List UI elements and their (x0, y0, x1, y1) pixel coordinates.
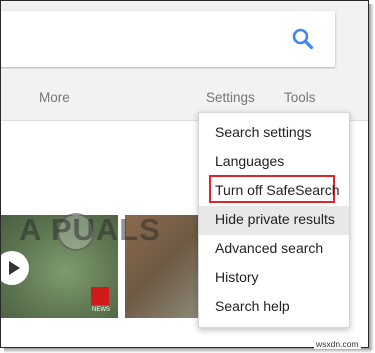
news-badge-label: NEWS (92, 307, 110, 313)
nav-settings[interactable]: Settings (206, 90, 255, 105)
menu-item-label: Advanced search (215, 240, 324, 256)
search-icon (292, 28, 314, 50)
search-button[interactable] (289, 25, 317, 53)
search-header (1, 1, 368, 69)
watermark-text: A PUALS (19, 212, 161, 247)
site-credit: wsxdn.com (314, 339, 361, 349)
menu-item-search-settings[interactable]: Search settings (199, 119, 349, 148)
menu-item-search-help[interactable]: Search help (199, 293, 349, 322)
menu-item-advanced-search[interactable]: Advanced search (199, 235, 349, 264)
nav-more[interactable]: More (39, 90, 70, 105)
menu-item-label: Search help (215, 298, 290, 314)
menu-item-label: Turn off SafeSearch (215, 182, 340, 198)
news-badge: NEWS (91, 287, 110, 313)
search-input[interactable] (1, 11, 335, 67)
frame-shadow-right (369, 4, 374, 350)
screenshot-frame: More Settings Tools NEWS A PUALS Search … (0, 0, 369, 348)
menu-item-turn-off-safesearch[interactable]: Turn off SafeSearch (199, 175, 349, 206)
menu-item-label: Hide private results (215, 211, 335, 227)
menu-item-hide-private-results[interactable]: Hide private results (199, 206, 349, 235)
menu-item-languages[interactable]: Languages (199, 148, 349, 177)
menu-item-label: History (215, 269, 259, 285)
play-icon (9, 261, 20, 275)
menu-item-history[interactable]: History (199, 264, 349, 293)
nav-tools[interactable]: Tools (284, 90, 316, 105)
settings-dropdown: Search settings Languages Turn off SafeS… (198, 112, 350, 328)
menu-item-label: Languages (215, 153, 285, 169)
menu-item-label: Search settings (215, 124, 312, 140)
